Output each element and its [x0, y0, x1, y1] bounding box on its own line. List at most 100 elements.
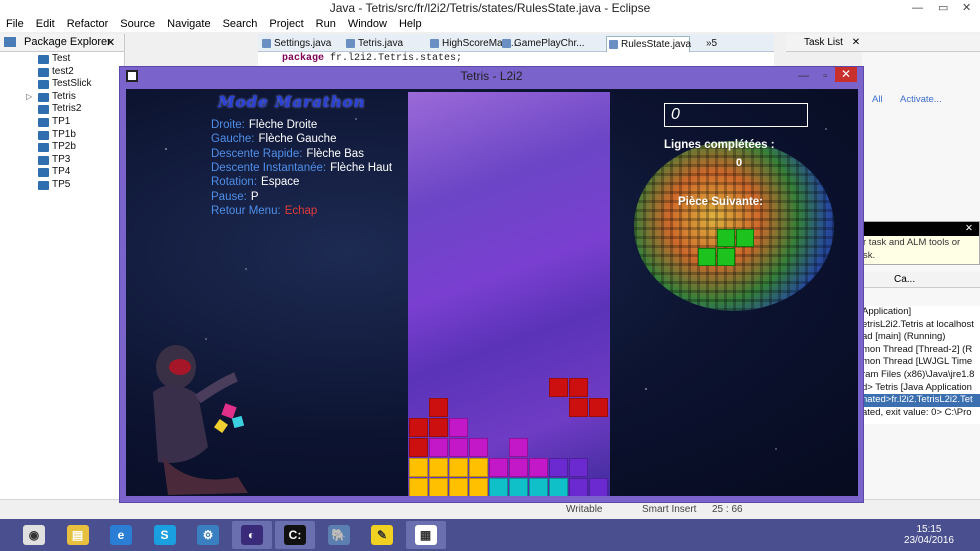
board-cell — [429, 398, 448, 417]
control-key-value: P — [250, 190, 259, 203]
system-clock[interactable]: 15:15 23/04/2016 — [904, 524, 954, 546]
chrome-icon: ◉ — [23, 525, 45, 545]
task-link-all[interactable]: All — [872, 94, 883, 105]
tooltip: ✕ r task and ALM tools or sk. — [862, 221, 980, 265]
status-insert-mode: Smart Insert — [642, 504, 697, 515]
taskbar-app[interactable]: ◉ — [14, 521, 54, 549]
menu-file[interactable]: File — [6, 16, 24, 32]
menu-help[interactable]: Help — [399, 16, 422, 32]
board-cell — [449, 438, 468, 457]
console-header[interactable]: Ca... — [862, 272, 980, 288]
taskbar-app[interactable]: C: — [275, 521, 315, 549]
editor-tabs-overflow[interactable]: »5 — [706, 36, 717, 52]
editor-tab-label: RulesState.java — [621, 39, 692, 50]
close-button[interactable]: ✕ — [835, 67, 857, 82]
taskbar-app[interactable]: ◐ — [231, 521, 272, 549]
editor-tab[interactable]: GamePlayChr... — [500, 36, 585, 52]
project-item[interactable]: TP3 — [0, 154, 124, 167]
console-line: nated>fr.l2i2.TetrisL2i2.Tet — [862, 394, 980, 407]
control-key-value: Flèche Gauche — [258, 133, 337, 146]
board-cell — [449, 478, 468, 496]
control-key-label: Descente Instantanée: — [211, 161, 327, 174]
minimize-button[interactable]: — — [912, 0, 923, 16]
menu-run[interactable]: Run — [316, 16, 336, 32]
project-label: test2 — [52, 65, 74, 77]
close-view-icon[interactable]: ✕ — [852, 37, 860, 48]
taskbar-app[interactable]: ▦ — [405, 521, 446, 549]
close-button[interactable]: ✕ — [962, 0, 971, 16]
board-cell — [569, 458, 588, 477]
board-cell — [569, 378, 588, 397]
lines-value: 0 — [736, 157, 743, 169]
board-cell — [489, 458, 508, 477]
board-cell — [489, 478, 508, 496]
taskbar-app[interactable]: e — [101, 521, 141, 549]
editor-tab[interactable]: Tetris.java — [344, 36, 403, 52]
next-piece-label: Pièce Suivante: — [678, 196, 764, 208]
menu-navigate[interactable]: Navigate — [167, 16, 210, 32]
console-tab-label[interactable]: Ca... — [894, 274, 915, 285]
project-item[interactable]: ▷ Tetris — [0, 91, 124, 104]
project-item[interactable]: TP1b — [0, 129, 124, 142]
taskbar-app[interactable]: ⚙ — [188, 521, 228, 549]
taskbar-app[interactable]: 🐘 — [319, 521, 359, 549]
control-row: Pause: P — [211, 191, 258, 203]
cube-icon — [221, 403, 237, 419]
status-writable: Writable — [566, 504, 603, 515]
menu-search[interactable]: Search — [223, 16, 258, 32]
menu-source[interactable]: Source — [120, 16, 155, 32]
menu-project[interactable]: Project — [269, 16, 303, 32]
close-view-icon[interactable]: ✕ — [106, 36, 115, 49]
task-link-activate[interactable]: Activate... — [900, 94, 942, 105]
next-piece-cell — [736, 229, 754, 247]
control-key-value: Flèche Bas — [306, 147, 364, 160]
network-icon: ⚙ — [197, 525, 219, 545]
project-label: TP1b — [52, 128, 76, 140]
console-line: ram Files (x86)\Java\jre1.8 — [862, 368, 975, 380]
project-item[interactable]: TestSlick — [0, 78, 124, 91]
project-folder-icon — [38, 92, 49, 102]
project-item[interactable]: TP4 — [0, 166, 124, 179]
control-key-label: Pause: — [211, 190, 247, 203]
menu-edit[interactable]: Edit — [36, 16, 55, 32]
maximize-button[interactable]: ▫ — [823, 67, 827, 83]
project-item[interactable]: Test — [0, 53, 124, 66]
maximize-button[interactable]: ▭ — [938, 0, 948, 16]
project-item[interactable]: Tetris2 — [0, 103, 124, 116]
project-item[interactable]: TP1 — [0, 116, 124, 129]
project-item[interactable]: test2 — [0, 66, 124, 79]
taskbar-app[interactable]: ▤ — [58, 521, 98, 549]
menu-window[interactable]: Window — [348, 16, 387, 32]
astronaut-arm — [195, 372, 238, 404]
astronaut-legs — [163, 457, 248, 495]
clock-date: 23/04/2016 — [903, 535, 954, 546]
java-file-icon — [502, 39, 511, 48]
editor-tab[interactable]: Settings.java — [260, 36, 331, 52]
menu-refactor[interactable]: Refactor — [67, 16, 109, 32]
board-cell — [429, 418, 448, 437]
clock-time: 15:15 — [916, 524, 942, 535]
minimize-button[interactable]: — — [798, 67, 809, 83]
control-key-label: Rotation: — [211, 176, 258, 189]
java-file-icon — [609, 40, 618, 49]
game-scene: Mode Marathon Droite: Flèche Droite Gauche… — [126, 89, 858, 496]
expand-arrow-icon[interactable]: ▷ — [26, 91, 32, 104]
postgres-icon: 🐘 — [327, 525, 350, 545]
control-key-value: Echap — [284, 204, 318, 217]
editor-tab-label: Settings.java — [274, 38, 332, 49]
board-cell — [549, 478, 568, 496]
tetris-app-icon — [126, 70, 138, 82]
editor-tab[interactable]: RulesState.java — [606, 36, 692, 52]
project-item[interactable]: TP5 — [0, 179, 124, 192]
control-key-label: Retour Menu: — [211, 204, 281, 217]
taskbar-app[interactable]: S — [145, 521, 185, 549]
control-key-label: Droite: — [211, 119, 245, 131]
taskbar-app[interactable]: ✎ — [362, 521, 402, 549]
close-icon[interactable]: ✕ — [965, 222, 973, 235]
project-item[interactable]: TP2b — [0, 141, 124, 154]
control-row: Gauche: Flèche Gauche — [211, 133, 336, 145]
control-key-value: Flèche Droite — [248, 119, 318, 131]
task-list-header[interactable]: Task List ✕ — [786, 34, 980, 52]
tetris-window: Tetris - L2i2 — ▫ ✕ Mode Marathon Droite… — [119, 66, 864, 503]
board-cell — [409, 478, 428, 496]
